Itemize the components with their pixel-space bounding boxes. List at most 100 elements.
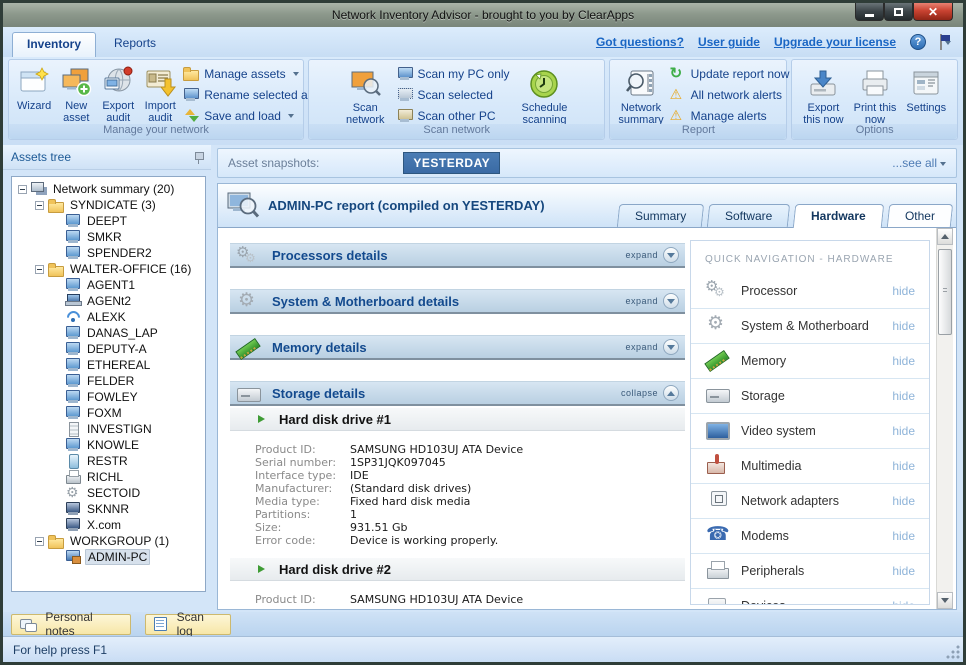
- language-selector[interactable]: [940, 35, 951, 49]
- hide-link[interactable]: hide: [892, 319, 915, 333]
- hide-link[interactable]: hide: [892, 529, 915, 543]
- tree-item[interactable]: WORKGROUP (1): [12, 533, 205, 549]
- hide-link[interactable]: hide: [892, 354, 915, 368]
- tree-item[interactable]: SECTOID: [12, 485, 205, 501]
- tree-item[interactable]: SKNNR: [12, 501, 205, 517]
- tree-item[interactable]: FOXM: [12, 405, 205, 421]
- tree-item-icon: [65, 310, 81, 324]
- chevron-down-icon: [667, 345, 675, 350]
- tree-item[interactable]: ETHEREAL: [12, 357, 205, 373]
- tab-reports[interactable]: Reports: [100, 32, 170, 57]
- memory-icon: [236, 337, 260, 357]
- section-memory[interactable]: Memory details expand: [230, 335, 685, 360]
- user-guide-link[interactable]: User guide: [698, 35, 760, 49]
- scan-my-pc-only-button[interactable]: Scan my PC only: [397, 66, 510, 81]
- tree-item[interactable]: DEEPT: [12, 213, 205, 229]
- quick-nav-item[interactable]: Multimedia hide: [691, 448, 929, 483]
- hide-link[interactable]: hide: [892, 284, 915, 298]
- quick-nav-item[interactable]: Network adapters hide: [691, 483, 929, 518]
- maximize-button[interactable]: [884, 3, 913, 21]
- scan-selected-button[interactable]: Scan selected: [397, 87, 510, 102]
- quick-nav-item[interactable]: Peripherals hide: [691, 553, 929, 588]
- print-this-now-button[interactable]: Print this now: [850, 65, 901, 128]
- tree-item[interactable]: RICHL: [12, 469, 205, 485]
- expand-button[interactable]: [663, 339, 679, 355]
- quick-nav-item[interactable]: System & Motherboard hide: [691, 308, 929, 343]
- quick-nav-item[interactable]: Video system hide: [691, 413, 929, 448]
- tree-expander-icon[interactable]: [35, 265, 44, 274]
- tree-item[interactable]: WALTER-OFFICE (16): [12, 261, 205, 277]
- section-processors[interactable]: Processors details expand: [230, 243, 685, 268]
- scroll-up-button[interactable]: [937, 228, 953, 245]
- hide-link[interactable]: hide: [892, 459, 915, 473]
- tree-item[interactable]: SYNDICATE (3): [12, 197, 205, 213]
- tree-item[interactable]: AGENt2: [12, 293, 205, 309]
- tree-item[interactable]: DEPUTY-A: [12, 341, 205, 357]
- tree-item[interactable]: DANAS_LAP: [12, 325, 205, 341]
- expand-button[interactable]: [663, 293, 679, 309]
- tree-item[interactable]: SMKR: [12, 229, 205, 245]
- scan-other-pc-button[interactable]: Scan other PC: [397, 108, 510, 123]
- all-network-alerts-button[interactable]: ⚠ All network alerts: [670, 87, 790, 102]
- section-storage[interactable]: Storage details collapse: [230, 381, 685, 406]
- tree-item[interactable]: Network summary (20): [12, 181, 205, 197]
- tab-hardware[interactable]: Hardware: [793, 204, 884, 228]
- status-bar: For help press F1: [3, 636, 963, 662]
- quick-nav-item[interactable]: Storage hide: [691, 378, 929, 413]
- report-header: ADMIN-PC report (compiled on YESTERDAY) …: [218, 184, 956, 228]
- expand-button[interactable]: [663, 247, 679, 263]
- tree-item[interactable]: X.com: [12, 517, 205, 533]
- help-icon[interactable]: ?: [910, 34, 926, 50]
- tab-other[interactable]: Other: [887, 204, 953, 227]
- resize-grip[interactable]: [946, 645, 960, 659]
- snapshot-yesterday-button[interactable]: YESTERDAY: [403, 152, 500, 174]
- export-this-now-button[interactable]: Export this now: [799, 65, 847, 128]
- tree-item[interactable]: ALEXK: [12, 309, 205, 325]
- quick-nav-item[interactable]: Memory hide: [691, 343, 929, 378]
- close-button[interactable]: ✕: [913, 3, 953, 21]
- tab-summary[interactable]: Summary: [616, 204, 704, 227]
- tab-inventory[interactable]: Inventory: [12, 32, 96, 57]
- hide-link[interactable]: hide: [892, 564, 915, 578]
- tab-software[interactable]: Software: [707, 204, 791, 227]
- quick-nav-item[interactable]: Modems hide: [691, 518, 929, 553]
- tree-expander-icon[interactable]: [35, 537, 44, 546]
- hide-link[interactable]: hide: [892, 389, 915, 403]
- minimize-button[interactable]: [855, 3, 884, 21]
- group-label-scan: Scan network: [309, 124, 604, 139]
- tree-item[interactable]: ADMIN-PC: [12, 549, 205, 565]
- tree-item[interactable]: INVESTIGN: [12, 421, 205, 437]
- new-asset-button[interactable]: New asset: [55, 63, 97, 126]
- upgrade-license-link[interactable]: Upgrade your license: [774, 35, 896, 49]
- scrollbar-thumb[interactable]: [938, 249, 952, 335]
- manage-alerts-button[interactable]: ⚠ Manage alerts: [670, 108, 790, 123]
- got-questions-link[interactable]: Got questions?: [596, 35, 684, 49]
- personal-notes-tab[interactable]: Personal notes: [11, 614, 131, 635]
- quick-nav-item[interactable]: Processor hide: [691, 273, 929, 308]
- tree-item[interactable]: KNOWLE: [12, 437, 205, 453]
- hide-link[interactable]: hide: [892, 424, 915, 438]
- scan-network-button[interactable]: Scan network: [342, 65, 389, 128]
- tree-item[interactable]: AGENT1: [12, 277, 205, 293]
- tree-expander-icon[interactable]: [35, 201, 44, 210]
- wizard-button[interactable]: Wizard: [13, 63, 55, 114]
- tree-item[interactable]: FOWLEY: [12, 389, 205, 405]
- hide-link[interactable]: hide: [892, 599, 915, 605]
- scan-log-tab[interactable]: Scan log: [145, 614, 231, 635]
- update-report-now-button[interactable]: ↻ Update report now: [670, 66, 790, 81]
- see-all-link[interactable]: ...see all: [892, 156, 946, 170]
- tree-item[interactable]: RESTR: [12, 453, 205, 469]
- hide-link[interactable]: hide: [892, 494, 915, 508]
- tree-item[interactable]: SPENDER2: [12, 245, 205, 261]
- collapse-button[interactable]: [663, 385, 679, 401]
- vertical-scrollbar[interactable]: [936, 228, 953, 609]
- tree-expander-icon[interactable]: [18, 185, 27, 194]
- pin-icon[interactable]: [194, 151, 203, 164]
- scroll-down-button[interactable]: [937, 592, 953, 609]
- network-summary-button[interactable]: Network summary: [614, 65, 667, 128]
- settings-button[interactable]: Settings: [902, 65, 950, 116]
- section-system-motherboard[interactable]: System & Motherboard details expand: [230, 289, 685, 314]
- schedule-scanning-button[interactable]: Schedule scanning: [518, 65, 572, 128]
- quick-nav-item[interactable]: Devices hide: [691, 588, 929, 605]
- tree-item[interactable]: FELDER: [12, 373, 205, 389]
